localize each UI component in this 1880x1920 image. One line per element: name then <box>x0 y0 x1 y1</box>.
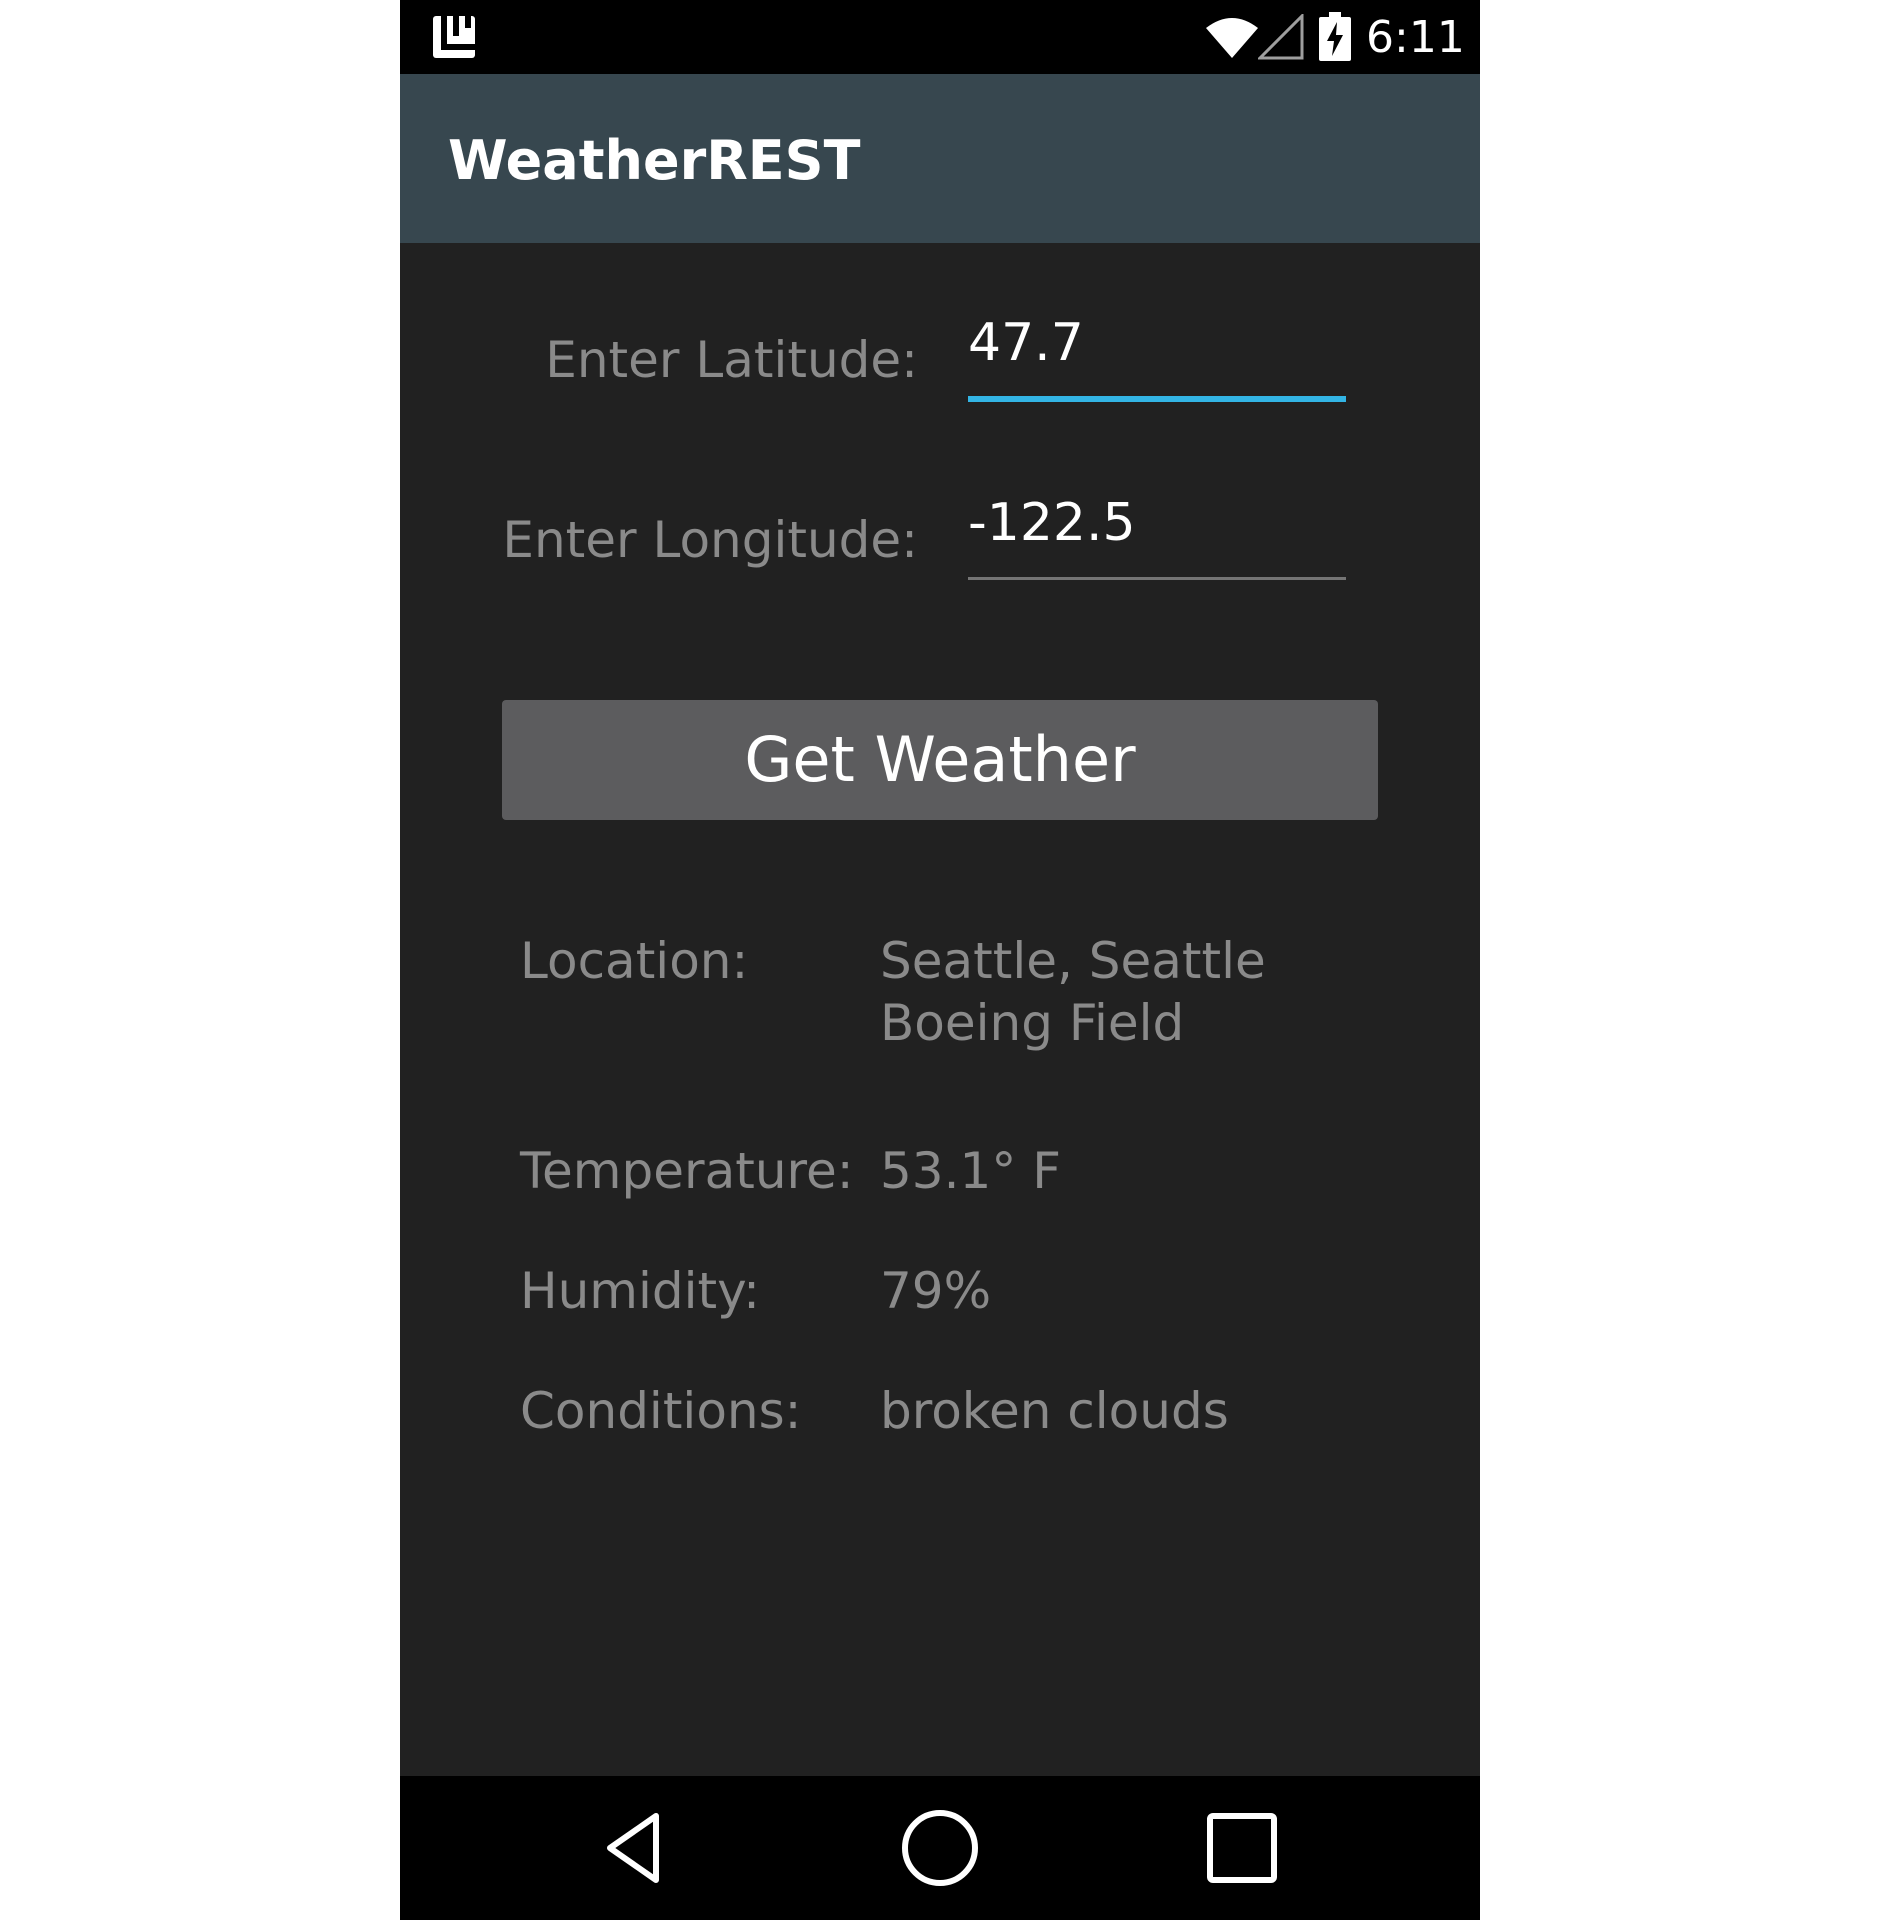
recents-icon[interactable] <box>1200 1806 1284 1890</box>
latitude-input-underline <box>968 396 1346 402</box>
app-bar: WeatherREST <box>400 74 1480 243</box>
longitude-input[interactable] <box>968 488 1346 558</box>
humidity-value: 79% <box>880 1262 992 1320</box>
longitude-input-underline <box>968 577 1346 580</box>
back-icon[interactable] <box>596 1806 680 1890</box>
status-bar: 6:11 <box>400 0 1480 74</box>
conditions-label: Conditions: <box>520 1382 802 1440</box>
temperature-label: Temperature: <box>520 1142 854 1200</box>
cell-signal-icon <box>1258 14 1304 60</box>
longitude-label: Enter Longitude: <box>502 511 918 569</box>
app-title: WeatherREST <box>448 129 861 192</box>
latitude-input[interactable] <box>968 308 1346 378</box>
location-label: Location: <box>520 932 749 990</box>
get-weather-button[interactable]: Get Weather <box>502 700 1378 820</box>
humidity-label: Humidity: <box>520 1262 760 1320</box>
navigation-bar <box>400 1776 1480 1920</box>
temperature-value: 53.1° F <box>880 1142 1061 1200</box>
phone-screen: 6:11 WeatherREST Enter Latitude: Enter L… <box>400 0 1480 1920</box>
home-icon[interactable] <box>898 1806 982 1890</box>
battery-charging-icon <box>1319 12 1351 61</box>
status-clock: 6:11 <box>1366 12 1465 63</box>
location-value: Seattle, Seattle Boeing Field <box>880 932 1266 1052</box>
latitude-label: Enter Latitude: <box>545 331 918 389</box>
conditions-value: broken clouds <box>880 1382 1229 1440</box>
wifi-icon <box>1206 18 1258 58</box>
notification-launcher-icon <box>433 16 475 58</box>
